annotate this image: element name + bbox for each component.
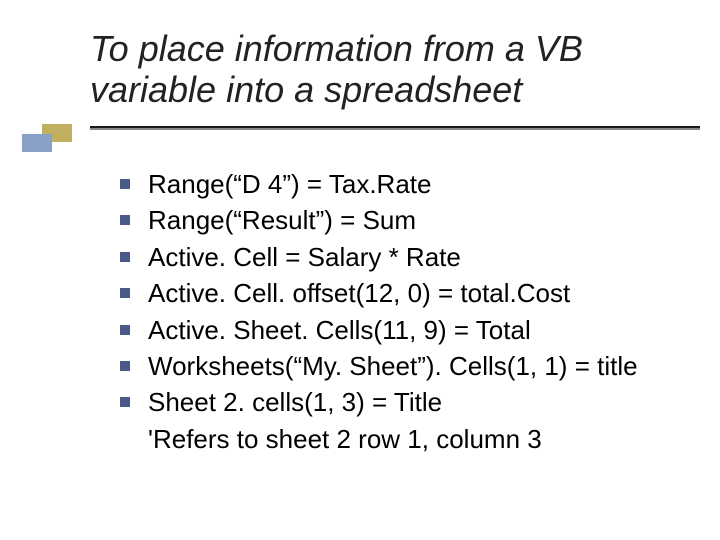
bullet-text: Active. Sheet. Cells(11, 9) = Total — [148, 315, 531, 345]
decor-box-gold — [42, 124, 72, 142]
slide: To place information from a VB variable … — [0, 0, 720, 540]
slide-title: To place information from a VB variable … — [90, 28, 680, 111]
list-item: Active. Cell = Salary * Rate — [120, 239, 690, 275]
list-item: Active. Sheet. Cells(11, 9) = Total — [120, 312, 690, 348]
square-bullet-icon — [120, 252, 130, 262]
bullet-text: Worksheets(“My. Sheet”). Cells(1, 1) = t… — [148, 351, 638, 381]
list-item: Active. Cell. offset(12, 0) = total.Cost — [120, 275, 690, 311]
list-item: Range(“Result”) = Sum — [120, 202, 690, 238]
square-bullet-icon — [120, 361, 130, 371]
bullet-text: Active. Cell. offset(12, 0) = total.Cost — [148, 278, 570, 308]
bullet-list: Range(“D 4”) = Tax.Rate Range(“Result”) … — [120, 166, 690, 421]
body-block: Range(“D 4”) = Tax.Rate Range(“Result”) … — [120, 166, 690, 457]
square-bullet-icon — [120, 179, 130, 189]
list-item: Sheet 2. cells(1, 3) = Title — [120, 384, 690, 420]
decor-box-blue — [22, 134, 52, 152]
bullet-text: Active. Cell = Salary * Rate — [148, 242, 461, 272]
list-item: Range(“D 4”) = Tax.Rate — [120, 166, 690, 202]
title-underline — [90, 126, 700, 128]
list-item: Worksheets(“My. Sheet”). Cells(1, 1) = t… — [120, 348, 690, 384]
square-bullet-icon — [120, 215, 130, 225]
continuation-line: 'Refers to sheet 2 row 1, column 3 — [120, 421, 690, 457]
square-bullet-icon — [120, 288, 130, 298]
title-underline-shadow — [90, 128, 700, 130]
bullet-text: Range(“D 4”) = Tax.Rate — [148, 169, 431, 199]
square-bullet-icon — [120, 325, 130, 335]
corner-decoration — [10, 120, 88, 154]
title-block: To place information from a VB variable … — [90, 28, 680, 111]
bullet-text: Sheet 2. cells(1, 3) = Title — [148, 387, 442, 417]
square-bullet-icon — [120, 397, 130, 407]
bullet-text: Range(“Result”) = Sum — [148, 205, 416, 235]
